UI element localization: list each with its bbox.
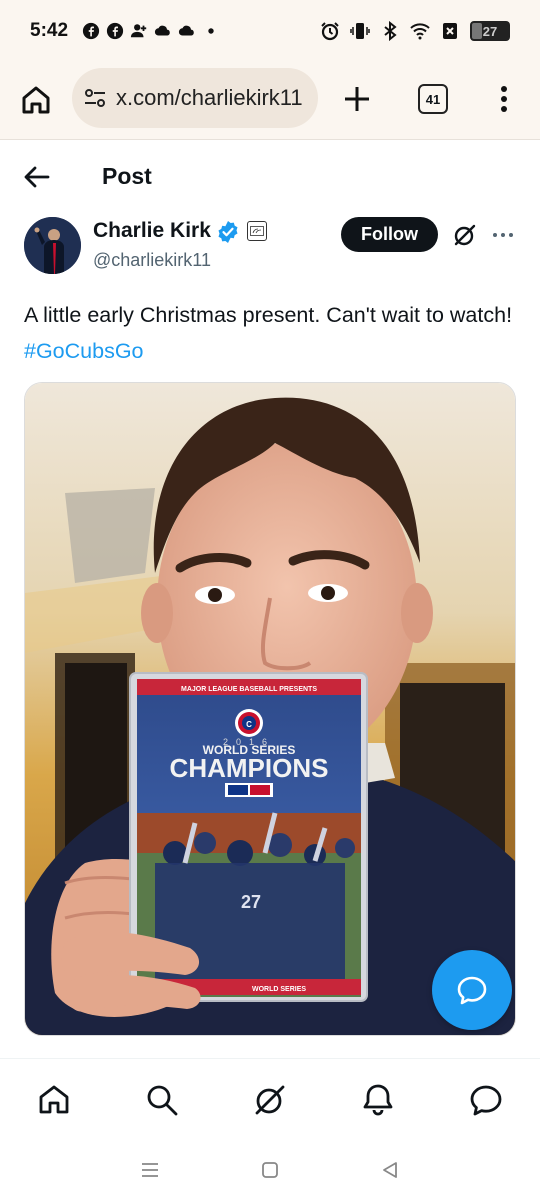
post-media[interactable]: MAJOR LEAGUE BASEBALL PRESENTS C 2016 WO…	[24, 382, 516, 1036]
avatar[interactable]	[24, 217, 81, 274]
arrow-left-icon[interactable]	[20, 160, 54, 194]
recents-icon[interactable]	[139, 1159, 161, 1181]
messages-icon	[470, 1085, 502, 1116]
bottom-navigation	[0, 1058, 540, 1141]
status-time: 5:42	[30, 20, 69, 41]
sim-icon	[443, 23, 457, 39]
status-bar: 5:42 27	[0, 0, 540, 62]
chat-bubble-icon	[457, 976, 487, 1005]
battery-icon: 27	[470, 21, 510, 41]
dvd-title: CHAMPIONS	[170, 753, 329, 783]
nav-notifications[interactable]	[358, 1080, 398, 1120]
post-photo: MAJOR LEAGUE BASEBALL PRESENTS C 2016 WO…	[25, 383, 515, 1035]
more-vertical-icon[interactable]	[490, 82, 518, 116]
dvd-player-number: 27	[241, 892, 261, 912]
cloud-icon	[178, 25, 194, 36]
battery-level	[472, 23, 482, 39]
cloud-icon	[154, 25, 170, 36]
system-icons: 27	[320, 21, 510, 41]
dvd-top-label: MAJOR LEAGUE BASEBALL PRESENTS	[181, 686, 317, 693]
svg-text:C: C	[246, 720, 252, 729]
alarm-icon	[321, 22, 339, 41]
hashtag-link[interactable]: #GoCubsGo	[24, 339, 144, 363]
nav-home[interactable]	[34, 1080, 74, 1120]
nav-search[interactable]	[142, 1080, 182, 1120]
battery-label: 27	[482, 23, 498, 39]
verified-badge-icon	[218, 221, 238, 243]
tune-icon[interactable]	[82, 85, 108, 111]
browser-toolbar: x.com/charliekirk11 41	[0, 62, 540, 140]
author-name[interactable]: Charlie Kirk	[93, 219, 211, 243]
affiliate-badge-icon[interactable]	[247, 221, 267, 241]
tab-count: 41	[425, 91, 441, 107]
person-add-icon	[130, 24, 147, 38]
more-horizontal-icon[interactable]	[490, 222, 516, 248]
url-text: x.com/charliekirk11	[116, 85, 303, 110]
vibrate-icon	[350, 23, 370, 39]
post-text: A little early Christmas present. Can't …	[24, 297, 524, 369]
reply-fab-button[interactable]	[432, 950, 512, 1030]
affiliate-logo-icon	[250, 226, 264, 236]
back-triangle-icon[interactable]	[379, 1159, 401, 1181]
nav-grok[interactable]	[250, 1080, 290, 1120]
home-icon	[39, 1085, 69, 1114]
dvd-bottom-label: WORLD SERIES	[252, 986, 306, 993]
post-header: Post	[0, 140, 540, 210]
facebook-icon	[106, 22, 124, 40]
page-title: Post	[102, 163, 152, 189]
post-body: A little early Christmas present. Can't …	[24, 303, 513, 327]
search-icon	[147, 1085, 178, 1116]
url-bar[interactable]: x.com/charliekirk11	[72, 68, 318, 128]
grok-icon[interactable]	[452, 222, 478, 248]
notifications-icon	[363, 1084, 393, 1116]
home-icon[interactable]	[18, 82, 54, 118]
follow-button[interactable]: Follow	[341, 217, 438, 252]
system-navigation	[0, 1140, 540, 1200]
home-square-icon[interactable]	[259, 1159, 281, 1181]
facebook-icon	[82, 22, 100, 40]
grok-icon	[255, 1085, 285, 1115]
wifi-icon	[410, 23, 430, 40]
nav-messages[interactable]	[466, 1080, 506, 1120]
notification-icons	[82, 22, 220, 40]
author-handle[interactable]: @charliekirk11	[93, 250, 211, 271]
tabs-icon[interactable]: 41	[418, 84, 448, 114]
plus-icon[interactable]	[340, 82, 374, 116]
avatar-image	[24, 217, 81, 274]
bluetooth-icon	[384, 21, 397, 41]
dot-icon	[208, 28, 214, 34]
